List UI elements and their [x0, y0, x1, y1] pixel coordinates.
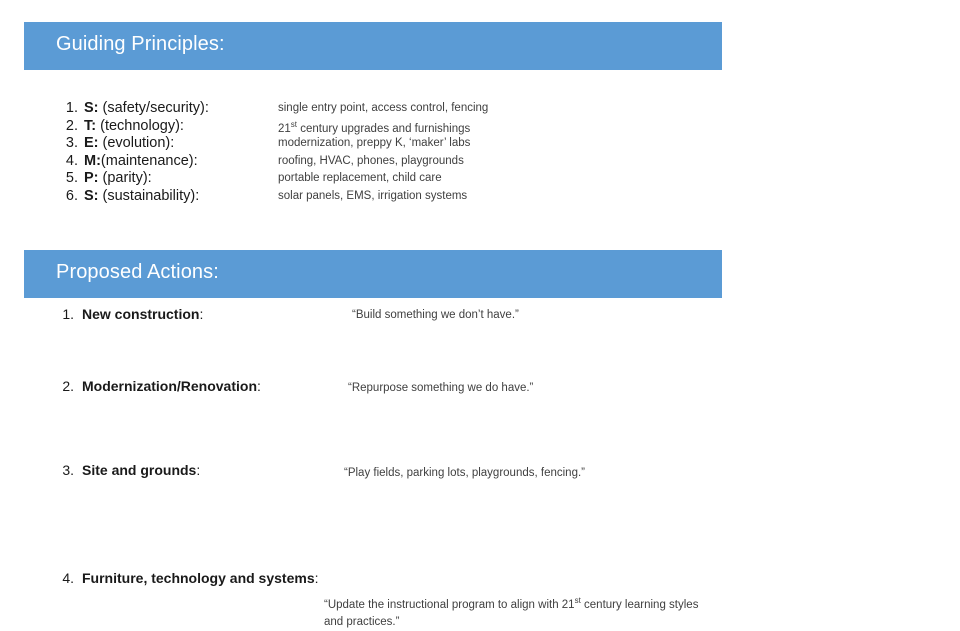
- principle-letter: S:: [84, 100, 99, 116]
- principle-term: E: (evolution):: [84, 135, 174, 151]
- principle-description: portable replacement, child care: [278, 172, 442, 184]
- action-title: New construction:: [82, 306, 203, 322]
- principle-word: (safety/security):: [102, 100, 209, 116]
- proposed-actions-banner: Proposed Actions:: [24, 250, 722, 298]
- principle-row: 3. E: (evolution): modernization, preppy…: [56, 135, 696, 153]
- action-number: 1.: [62, 306, 74, 322]
- action-item: 1. New construction: “Build something we…: [56, 306, 716, 336]
- principle-number: 4.: [65, 152, 78, 169]
- action-title: Modernization/Renovation:: [82, 378, 261, 394]
- action-title-colon: :: [257, 378, 261, 394]
- action-item: 2. Modernization/Renovation: “Repurpose …: [56, 378, 716, 414]
- principle-description: roofing, HVAC, phones, playgrounds: [278, 154, 464, 167]
- action-quote: “Repurpose something we do have.”: [348, 382, 534, 394]
- principle-term: P: (parity):: [84, 170, 152, 186]
- action-number: 3.: [62, 462, 74, 478]
- principle-description: modernization, preppy K, ‘maker’ labs: [278, 137, 471, 149]
- action-number: 2.: [62, 378, 74, 394]
- principle-desc-pre: 21: [278, 122, 291, 135]
- action-item: 3. Site and grounds: “Play fields, parki…: [56, 462, 716, 508]
- action-item: 4. Furniture, technology and systems: “U…: [56, 570, 716, 630]
- action-number: 4.: [62, 570, 74, 586]
- principle-number: 5.: [65, 170, 78, 186]
- guiding-principles-title: Guiding Principles:: [56, 33, 225, 55]
- principle-row: 1. S: (safety/security): single entry po…: [56, 100, 696, 118]
- principle-word: (evolution):: [102, 135, 175, 151]
- principle-number: 2.: [65, 117, 78, 134]
- action-quote: “Update the instructional program to ali…: [324, 592, 704, 631]
- guiding-principles-list: 1. S: (safety/security): single entry po…: [56, 100, 696, 205]
- action-title-text: Modernization/Renovation: [82, 378, 257, 394]
- principle-word: (maintenance):: [100, 152, 198, 169]
- action-title-colon: :: [196, 462, 201, 478]
- principle-description: single entry point, access control, fenc…: [278, 102, 489, 114]
- principle-number: 3.: [65, 135, 78, 151]
- principle-description: 21st century upgrades and furnishings: [278, 120, 470, 135]
- slide-root: Guiding Principles: 1. S: (safety/securi…: [0, 0, 960, 628]
- principle-word: (sustainability):: [102, 187, 200, 204]
- principle-row: 5. P: (parity): portable replacement, ch…: [56, 170, 696, 188]
- principle-row: 4. M:(maintenance): roofing, HVAC, phone…: [56, 153, 696, 171]
- action-title-text: New construction: [82, 306, 200, 322]
- action-title-text: Furniture, technology and systems: [82, 570, 315, 586]
- principle-row: 6. S: (sustainability): solar panels, EM…: [56, 188, 696, 206]
- principle-letter: P:: [84, 170, 99, 186]
- action-quote-pre: “Update the instructional program to ali…: [324, 598, 575, 611]
- principle-term: S: (safety/security):: [84, 100, 209, 116]
- principle-desc-post: century upgrades and furnishings: [297, 122, 471, 135]
- principle-word: (parity):: [102, 170, 152, 186]
- right-rail: Progress Update February 2018 MEASURE H: [722, 0, 960, 540]
- principle-number: 6.: [65, 187, 78, 204]
- action-title-colon: :: [314, 570, 319, 586]
- principle-letter: E:: [84, 135, 99, 151]
- guiding-principles-banner: Guiding Principles:: [24, 22, 722, 70]
- principle-term: T: (technology):: [84, 118, 184, 134]
- principle-row: 2. T: (technology): 21st century upgrade…: [56, 118, 696, 136]
- principle-letter: M:: [84, 152, 101, 169]
- action-title-text: Site and grounds: [82, 462, 197, 478]
- principle-number: 1.: [65, 100, 78, 116]
- action-quote: “Play fields, parking lots, playgrounds,…: [344, 467, 585, 479]
- principle-term: S: (sustainability):: [84, 188, 199, 204]
- principle-description: solar panels, EMS, irrigation systems: [278, 189, 468, 202]
- principle-word: (technology):: [100, 117, 184, 134]
- action-title-colon: :: [199, 306, 204, 322]
- action-quote: “Build something we don’t have.”: [352, 309, 519, 321]
- principle-letter: T:: [84, 117, 97, 134]
- principle-letter: S:: [84, 187, 99, 204]
- principle-term: M:(maintenance):: [84, 153, 198, 169]
- action-title: Furniture, technology and systems:: [82, 570, 319, 586]
- proposed-actions-title: Proposed Actions:: [56, 261, 219, 283]
- action-title: Site and grounds:: [82, 462, 200, 478]
- proposed-actions-list: 1. New construction: “Build something we…: [56, 306, 716, 628]
